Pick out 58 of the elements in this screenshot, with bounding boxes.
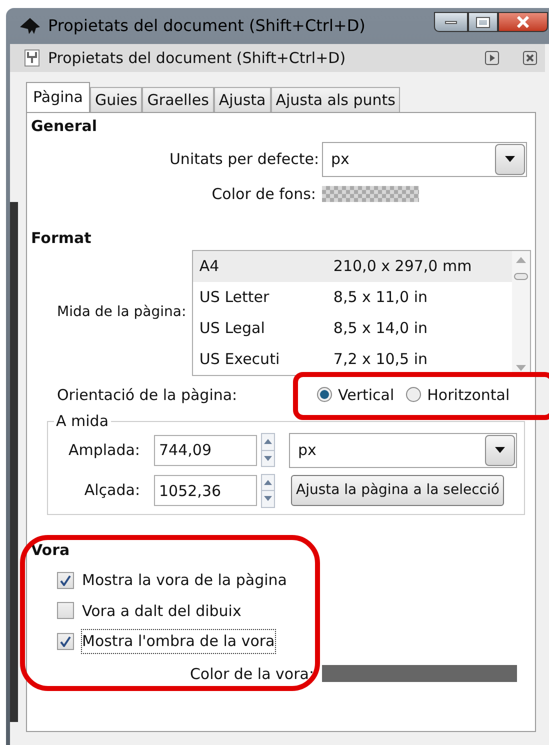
radio-option[interactable]: Horitzontal [406,384,510,406]
scrollbar-thumb[interactable] [514,272,528,280]
fit-page-button[interactable]: Ajusta la pàgina a la selecció [291,475,504,506]
tab[interactable]: Graelles [142,87,214,112]
checkbox-label[interactable]: Mostra l'ombra de la vora [82,630,275,652]
play-icon[interactable] [485,51,499,65]
close-icon[interactable] [523,51,537,65]
side-handle[interactable] [10,202,18,722]
field-label: Alçada: [83,480,141,502]
units-dropdown[interactable]: px [289,432,517,468]
section-heading: Vora [31,540,71,560]
list-row[interactable]: A4 210,0 x 297,0 mm [193,250,512,282]
checkbox[interactable] [57,632,74,650]
section-heading: General [31,116,98,137]
down-arrow-icon [264,496,272,502]
close-icon [516,16,530,28]
up-arrow-icon [264,480,272,485]
field-label: Unitats per defecte: [168,148,320,170]
caret-icon [495,447,505,453]
field-label: Orientació de la pàgina: [56,384,238,406]
caret-icon [505,156,515,162]
list-row[interactable]: US Legal 8,5 x 14,0 in [193,312,512,344]
app-logo-icon [20,18,40,34]
checkbox[interactable] [57,602,74,620]
list-row[interactable]: US Letter 8,5 x 11,0 in [193,282,512,312]
tab[interactable]: Ajusta als punts [270,87,400,112]
document-properties-icon [24,49,40,67]
maximize-button[interactable] [468,12,498,32]
up-arrow-icon [264,439,272,444]
checkbox-label[interactable]: Mostra la vora de la pàgina [82,569,287,592]
down-arrow-icon [264,456,272,461]
tab[interactable]: Ajusta [214,87,271,112]
height-input[interactable]: 1052,36 [154,475,257,506]
field-label: Mida de la pàgina: [56,303,188,322]
dock-title: Propietats del document (Shift+Ctrl+D) [48,48,346,69]
border-color-swatch[interactable] [322,665,517,682]
scrollbar[interactable] [512,250,530,374]
list-row[interactable]: US Executi 7,2 x 10,5 in [193,344,512,374]
tab[interactable]: Pàgina [26,82,90,112]
spin-button[interactable] [261,474,275,508]
width-input[interactable]: 744,09 [154,434,257,466]
tab[interactable]: Guies [90,87,142,112]
field-label: Color de la vora: [188,664,315,684]
radio-button[interactable] [317,387,332,402]
field-label: Amplada: [67,440,141,461]
units-dropdown[interactable]: px [322,142,527,176]
radio-option[interactable]: Vertical [317,384,394,406]
checkbox[interactable] [57,572,74,589]
minimize-button[interactable] [434,12,468,32]
radio-button[interactable] [406,387,422,402]
field-label: Color de fons: [210,184,317,204]
group-legend: A mida [54,410,111,432]
window-title: Propietats del document (Shift+Ctrl+D) [48,15,366,37]
spin-button[interactable] [261,433,275,467]
close-button[interactable] [498,12,548,32]
checkbox-label[interactable]: Vora a dalt del dibuix [82,600,242,622]
section-heading: Format [31,228,92,249]
background-color-swatch[interactable] [322,186,419,202]
